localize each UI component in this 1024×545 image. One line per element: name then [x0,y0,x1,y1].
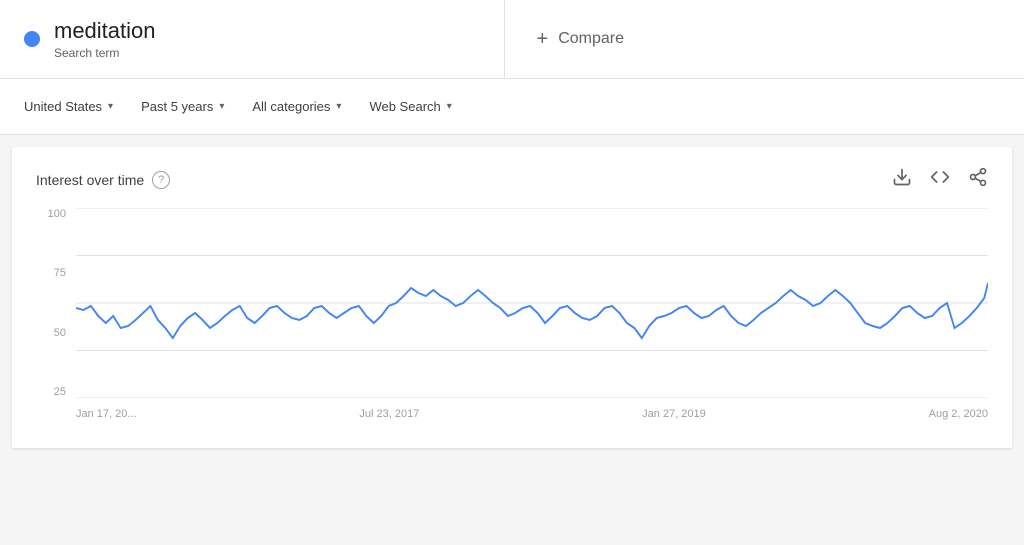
x-label-1: Jan 17, 20... [76,408,137,420]
term-dot [24,31,40,47]
download-icon[interactable] [892,167,912,192]
compare-label: Compare [558,30,624,48]
trend-line-chart [76,208,988,398]
top-section: meditation Search term + Compare [0,0,1024,79]
chevron-down-icon: ▾ [219,101,224,112]
term-sublabel: Search term [54,46,156,60]
compare-box[interactable]: + Compare [505,0,1024,78]
x-label-3: Jan 27, 2019 [642,408,706,420]
filter-category[interactable]: All categories ▾ [240,91,353,122]
term-name: meditation [54,18,156,44]
chevron-down-icon: ▾ [108,101,113,112]
y-label-25: 25 [54,386,66,398]
filter-category-label: All categories [252,99,330,114]
chart-header: Interest over time ? [36,167,988,192]
filter-search-type-label: Web Search [369,99,440,114]
chart-actions [892,167,988,192]
share-icon[interactable] [968,167,988,192]
filter-region-label: United States [24,99,102,114]
chart-area: 100 75 50 25 Jan 17, 20... Jul 23, 2017 … [36,208,988,428]
embed-icon[interactable] [930,167,950,192]
filter-region[interactable]: United States ▾ [12,91,125,122]
compare-plus-icon: + [537,28,549,51]
filters-bar: United States ▾ Past 5 years ▾ All categ… [0,79,1024,135]
search-term-box: meditation Search term [0,0,505,78]
help-icon[interactable]: ? [152,171,170,189]
y-label-75: 75 [54,267,66,279]
chart-section: Interest over time ? [12,147,1012,448]
chevron-down-icon: ▾ [447,101,452,112]
chart-title: Interest over time [36,172,144,188]
filter-time[interactable]: Past 5 years ▾ [129,91,236,122]
filter-time-label: Past 5 years [141,99,213,114]
y-axis-labels: 100 75 50 25 [36,208,72,398]
x-label-2: Jul 23, 2017 [359,408,419,420]
filter-search-type[interactable]: Web Search ▾ [357,91,463,122]
chevron-down-icon: ▾ [336,101,341,112]
search-term-text: meditation Search term [54,18,156,60]
y-label-100: 100 [48,208,66,220]
x-axis-labels: Jan 17, 20... Jul 23, 2017 Jan 27, 2019 … [76,400,988,428]
y-label-50: 50 [54,327,66,339]
chart-title-group: Interest over time ? [36,171,170,189]
x-label-4: Aug 2, 2020 [929,408,988,420]
chart-inner [76,208,988,398]
